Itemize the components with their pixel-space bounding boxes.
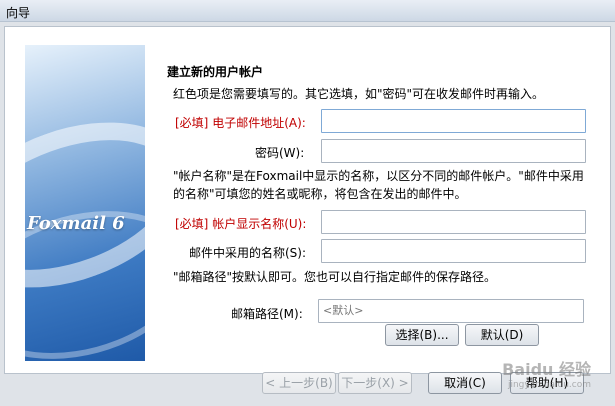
wizard-content: Foxmail 6 建立新的用户帐户 红色项是您需要填写的。其它选填，如"密码"…	[4, 26, 611, 374]
foxmail-banner: Foxmail 6	[25, 45, 145, 361]
baidu-watermark: Baidu 经验 jingyan.baidu.com	[502, 356, 591, 390]
watermark-line-2: jingyan.baidu.com	[507, 380, 591, 390]
watermark-line-1: Baidu 经验	[502, 360, 591, 379]
display-name-label-text: 帐户显示名称(U):	[212, 217, 307, 231]
display-name-field[interactable]	[321, 210, 586, 234]
account-note-line-2: 的名称"可填您的姓名或昵称，将包含在发出的邮件中。	[173, 187, 467, 201]
email-label-text: 电子邮件地址(A):	[212, 116, 306, 130]
window-title: 向导	[6, 6, 31, 20]
foxmail-logo: Foxmail 6	[27, 213, 125, 234]
mailbox-path-label: 邮箱路径(M):	[231, 307, 303, 321]
mailbox-path-field[interactable]: <默认>	[318, 299, 584, 323]
title-bar: 向导	[0, 0, 615, 22]
password-field[interactable]	[321, 139, 586, 163]
page-heading: 建立新的用户帐户	[167, 65, 264, 79]
display-name-required-tag: [必填]	[175, 217, 209, 231]
intro-text: 红色项是您需要填写的。其它选填，如"密码"可在收发邮件时再输入。	[173, 87, 545, 101]
email-field[interactable]	[321, 109, 586, 133]
email-required-tag: [必填]	[175, 116, 209, 130]
sender-name-label: 邮件中采用的名称(S):	[189, 246, 307, 260]
back-button[interactable]: < 上一步(B)	[262, 372, 336, 394]
cancel-button[interactable]: 取消(C)	[428, 372, 502, 394]
path-note: "邮箱路径"按默认即可。您也可以自行指定邮件的保存路径。	[173, 270, 497, 284]
default-button[interactable]: 默认(D)	[465, 324, 539, 346]
wizard-frame: Foxmail 6 建立新的用户帐户 红色项是您需要填写的。其它选填，如"密码"…	[0, 22, 615, 406]
account-note-line-1: "帐户名称"是在Foxmail中显示的名称，以区分不同的邮件帐户。"邮件中采用	[173, 169, 584, 183]
password-label: 密码(W):	[255, 146, 305, 160]
display-name-label: [必填] 帐户显示名称(U):	[175, 215, 306, 232]
sender-name-field[interactable]	[321, 239, 586, 263]
browse-button[interactable]: 选择(B)...	[385, 324, 459, 346]
next-button[interactable]: 下一步(X) >	[338, 372, 412, 394]
email-label: [必填] 电子邮件地址(A):	[175, 114, 306, 131]
